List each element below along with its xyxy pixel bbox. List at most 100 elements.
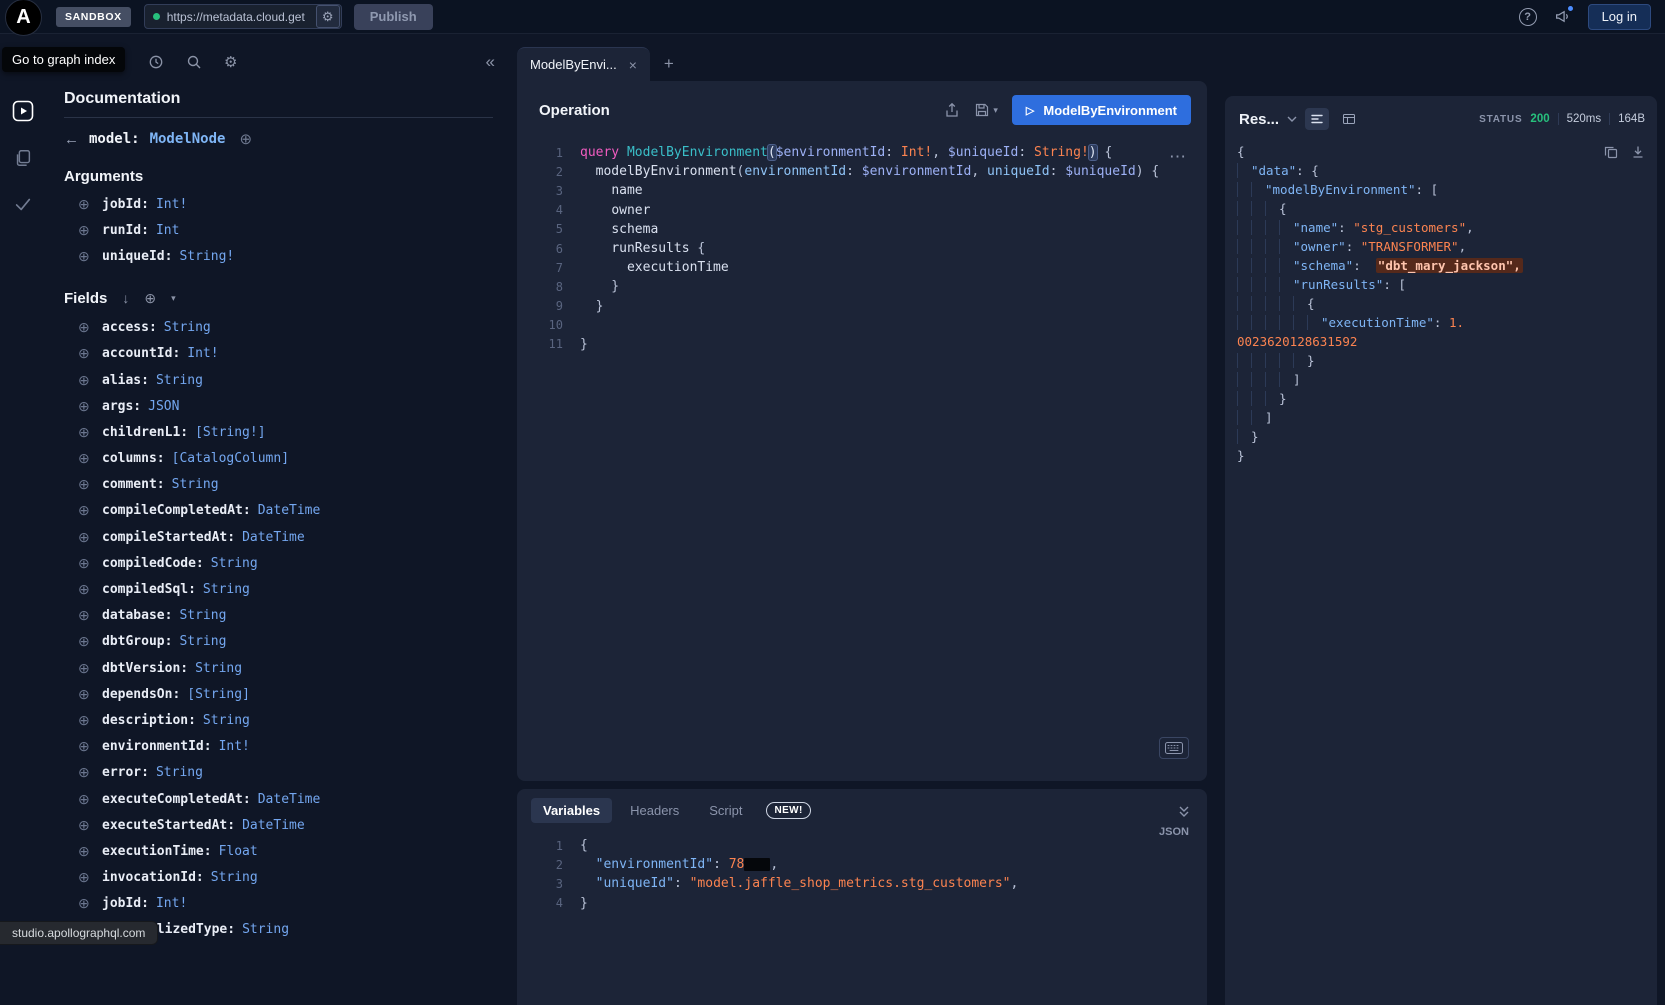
field-type[interactable]: String <box>195 661 242 676</box>
doc-field-row[interactable]: ⊕compiledSql:String <box>64 576 493 602</box>
add-to-operation-icon[interactable]: ⊕ <box>78 843 93 860</box>
variables-editor[interactable]: 1{2 "environmentId": 78,3 "uniqueId": "m… <box>517 836 1207 913</box>
code-line[interactable]: 6 runResults { <box>517 239 1207 258</box>
doc-field-row[interactable]: ⊕executeStartedAt:DateTime <box>64 812 493 838</box>
code-line[interactable]: ] <box>1237 370 1645 389</box>
share-icon[interactable] <box>944 102 960 118</box>
chevron-down-icon[interactable]: ▾ <box>993 105 998 116</box>
add-all-fields-icon[interactable]: ⊕ <box>144 290 156 307</box>
code-line[interactable]: "modelByEnvironment": [ <box>1237 180 1645 199</box>
code-line[interactable]: 1query ModelByEnvironment($environmentId… <box>517 143 1207 162</box>
doc-field-row[interactable]: ⊕dependsOn:[String] <box>64 681 493 707</box>
back-arrow-icon[interactable]: ← <box>64 131 79 148</box>
sandbox-url-text[interactable]: https://metadata.cloud.get <box>167 10 316 24</box>
field-name[interactable]: alias: <box>102 373 149 388</box>
field-type[interactable]: DateTime <box>242 818 305 833</box>
breadcrumb-type-link[interactable]: ModelNode <box>150 131 226 147</box>
field-name[interactable]: compiledSql: <box>102 582 196 597</box>
add-to-operation-icon[interactable]: ⊕ <box>78 895 93 912</box>
field-name[interactable]: dependsOn: <box>102 687 180 702</box>
doc-field-row[interactable]: ⊕executeCompletedAt:DateTime <box>64 786 493 812</box>
field-name[interactable]: jobId: <box>102 197 149 212</box>
field-type[interactable]: [String] <box>187 687 250 702</box>
doc-field-row[interactable]: ⊕executionTime:Float <box>64 838 493 864</box>
field-name[interactable]: compileCompletedAt: <box>102 503 251 518</box>
response-json[interactable]: {"data": {"modelByEnvironment": [{"name"… <box>1237 142 1645 465</box>
code-line[interactable]: 10 <box>517 316 1207 335</box>
add-to-operation-icon[interactable]: ⊕ <box>78 738 93 755</box>
code-line[interactable]: { <box>1237 199 1645 218</box>
operation-editor[interactable]: 1query ModelByEnvironment($environmentId… <box>517 131 1207 354</box>
code-line[interactable]: } <box>1237 389 1645 408</box>
field-type[interactable]: String <box>179 634 226 649</box>
field-type[interactable]: String <box>211 556 258 571</box>
add-to-operation-icon[interactable]: ⊕ <box>78 529 93 546</box>
publish-button[interactable]: Publish <box>354 4 433 30</box>
doc-field-row[interactable]: ⊕compileStartedAt:DateTime <box>64 524 493 550</box>
field-name[interactable]: columns: <box>102 451 165 466</box>
add-to-operation-icon[interactable]: ⊕ <box>78 424 93 441</box>
add-to-operation-icon[interactable]: ⊕ <box>78 869 93 886</box>
field-name[interactable]: dbtVersion: <box>102 661 188 676</box>
sort-fields-icon[interactable]: ↓ <box>122 290 129 306</box>
download-response-icon[interactable] <box>1631 145 1645 159</box>
new-tab-button[interactable]: + <box>664 54 674 74</box>
add-to-operation-icon[interactable]: ⊕ <box>78 196 93 213</box>
code-line[interactable]: 2 modelByEnvironment(environmentId: $env… <box>517 162 1207 181</box>
field-name[interactable]: childrenL1: <box>102 425 188 440</box>
field-name[interactable]: jobId: <box>102 896 149 911</box>
rail-operations-icon[interactable] <box>12 100 34 122</box>
code-line[interactable]: } <box>1237 351 1645 370</box>
field-type[interactable]: Int! <box>156 896 187 911</box>
add-to-operation-icon[interactable]: ⊕ <box>78 372 93 389</box>
add-to-operation-icon[interactable]: ⊕ <box>78 222 93 239</box>
add-to-operation-icon[interactable]: ⊕ <box>78 660 93 677</box>
add-to-operation-icon[interactable]: ⊕ <box>78 633 93 650</box>
rail-checklist-icon[interactable] <box>13 194 33 214</box>
field-type[interactable]: String <box>211 870 258 885</box>
add-to-operation-icon[interactable]: ⊕ <box>78 581 93 598</box>
field-name[interactable]: uniqueId: <box>102 249 172 264</box>
field-name[interactable]: executionTime: <box>102 844 212 859</box>
doc-field-row[interactable]: ⊕description:String <box>64 707 493 733</box>
response-panel-title[interactable]: Res... <box>1239 111 1279 128</box>
add-to-operation-icon[interactable]: ⊕ <box>78 248 93 265</box>
doc-field-row[interactable]: ⊕compiledCode:String <box>64 550 493 576</box>
apollo-logo[interactable]: A <box>5 0 42 36</box>
field-name[interactable]: database: <box>102 608 172 623</box>
doc-field-row[interactable]: ⊕comment:String <box>64 472 493 498</box>
announcements-icon[interactable] <box>1554 8 1571 25</box>
doc-field-row[interactable]: ⊕environmentId:Int! <box>64 734 493 760</box>
help-icon[interactable]: ? <box>1519 8 1537 26</box>
field-name[interactable]: access: <box>102 320 157 335</box>
doc-field-row[interactable]: ⊕alias:String <box>64 367 493 393</box>
field-type[interactable]: DateTime <box>242 530 305 545</box>
run-operation-button[interactable]: ▷ ModelByEnvironment <box>1012 95 1191 125</box>
field-type[interactable]: JSON <box>148 399 179 414</box>
code-line[interactable]: 9 } <box>517 297 1207 316</box>
field-name[interactable]: environmentId: <box>102 739 212 754</box>
history-icon[interactable] <box>148 54 164 70</box>
field-name[interactable]: description: <box>102 713 196 728</box>
field-type[interactable]: Int <box>156 223 179 238</box>
field-type[interactable]: String <box>242 922 289 937</box>
doc-field-row[interactable]: ⊕args:JSON <box>64 393 493 419</box>
field-type[interactable]: [String!] <box>195 425 265 440</box>
doc-field-row[interactable]: ⊕accountId:Int! <box>64 341 493 367</box>
field-type[interactable]: String <box>156 765 203 780</box>
add-to-operation-icon[interactable]: ⊕ <box>78 319 93 336</box>
field-name[interactable]: runId: <box>102 223 149 238</box>
code-line[interactable]: 2 "environmentId": 78, <box>517 855 1207 874</box>
doc-field-row[interactable]: ⊕ childrenL1: [String!] <box>64 419 493 445</box>
code-line[interactable]: "owner": "TRANSFORMER", <box>1237 237 1645 256</box>
field-name[interactable]: comment: <box>102 477 165 492</box>
code-line[interactable]: 5 schema <box>517 220 1207 239</box>
doc-field-row[interactable]: ⊕ dbtVersion: String <box>64 655 493 681</box>
code-line[interactable]: 4} <box>517 894 1207 913</box>
add-to-operation-icon[interactable]: ⊕ <box>78 450 93 467</box>
doc-field-row[interactable]: ⊕ runId: Int <box>64 217 493 243</box>
code-line[interactable]: ] <box>1237 408 1645 427</box>
add-to-operation-icon[interactable]: ⊕ <box>78 476 93 493</box>
chevron-down-icon[interactable] <box>1287 116 1297 122</box>
doc-field-row[interactable]: ⊕database:String <box>64 603 493 629</box>
